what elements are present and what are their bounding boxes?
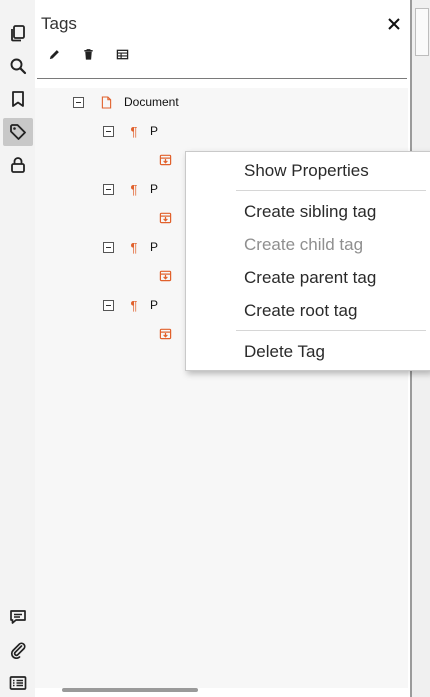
- left-icon-rail: [0, 0, 35, 697]
- menu-separator: [236, 330, 426, 331]
- tree-node-content[interactable]: [158, 323, 172, 343]
- page-edge: [415, 8, 429, 56]
- menu-item-create-parent-tag[interactable]: Create parent tag: [244, 267, 376, 289]
- lock-icon[interactable]: [3, 151, 33, 179]
- menu-item-create-root-tag[interactable]: Create root tag: [244, 300, 357, 322]
- close-icon[interactable]: [384, 14, 404, 34]
- tree-node-paragraph[interactable]: ¶ P: [103, 179, 158, 199]
- context-menu: Show Properties Create sibling tag Creat…: [185, 151, 430, 371]
- tree-node-label: P: [150, 182, 159, 196]
- collapse-toggle[interactable]: [103, 183, 114, 195]
- document-icon: [99, 95, 113, 109]
- toolbar-divider: [37, 78, 407, 79]
- edit-icon[interactable]: [41, 44, 67, 64]
- panel-title: Tags: [41, 14, 77, 33]
- tree-node-content[interactable]: [158, 149, 172, 169]
- content-icon: [158, 326, 172, 340]
- tags-toolbar: [41, 44, 135, 64]
- paragraph-icon: ¶: [130, 181, 138, 197]
- tree-node-label: P: [150, 124, 159, 138]
- tree-node-paragraph[interactable]: ¶ P: [103, 295, 158, 315]
- paragraph-icon: ¶: [130, 123, 138, 139]
- content-icon: [158, 268, 172, 282]
- tree-node-label: Document: [124, 95, 179, 109]
- menu-item-create-sibling-tag[interactable]: Create sibling tag: [244, 201, 376, 223]
- layers-list-icon[interactable]: [3, 669, 33, 697]
- content-icon: [158, 210, 172, 224]
- tree-node-paragraph[interactable]: ¶ P: [103, 121, 158, 141]
- collapse-toggle[interactable]: [103, 241, 114, 253]
- tree-node-label: P: [150, 240, 159, 254]
- collapse-toggle[interactable]: [73, 96, 84, 108]
- delete-icon[interactable]: [75, 44, 101, 64]
- tree-node-content[interactable]: [158, 207, 172, 227]
- menu-item-delete-tag[interactable]: Delete Tag: [244, 341, 325, 363]
- table-icon[interactable]: [109, 44, 135, 64]
- attachment-icon[interactable]: [3, 636, 33, 664]
- pages-icon[interactable]: [3, 19, 33, 47]
- tree-node-document[interactable]: Document: [73, 92, 179, 112]
- tree-node-label: P: [150, 298, 159, 312]
- collapse-toggle[interactable]: [103, 125, 114, 137]
- comment-icon[interactable]: [3, 603, 33, 631]
- tag-icon[interactable]: [3, 118, 33, 146]
- bookmark-icon[interactable]: [3, 85, 33, 113]
- menu-item-show-properties[interactable]: Show Properties: [244, 160, 369, 182]
- menu-item-create-child-tag: Create child tag: [244, 235, 364, 254]
- tree-node-paragraph[interactable]: ¶ P: [103, 237, 158, 257]
- paragraph-icon: ¶: [130, 239, 138, 255]
- search-icon[interactable]: [3, 52, 33, 80]
- horizontal-scrollbar[interactable]: [62, 688, 198, 692]
- content-icon: [158, 152, 172, 166]
- collapse-toggle[interactable]: [103, 299, 114, 311]
- menu-separator: [236, 190, 426, 191]
- paragraph-icon: ¶: [130, 297, 138, 313]
- tree-node-content[interactable]: [158, 265, 172, 285]
